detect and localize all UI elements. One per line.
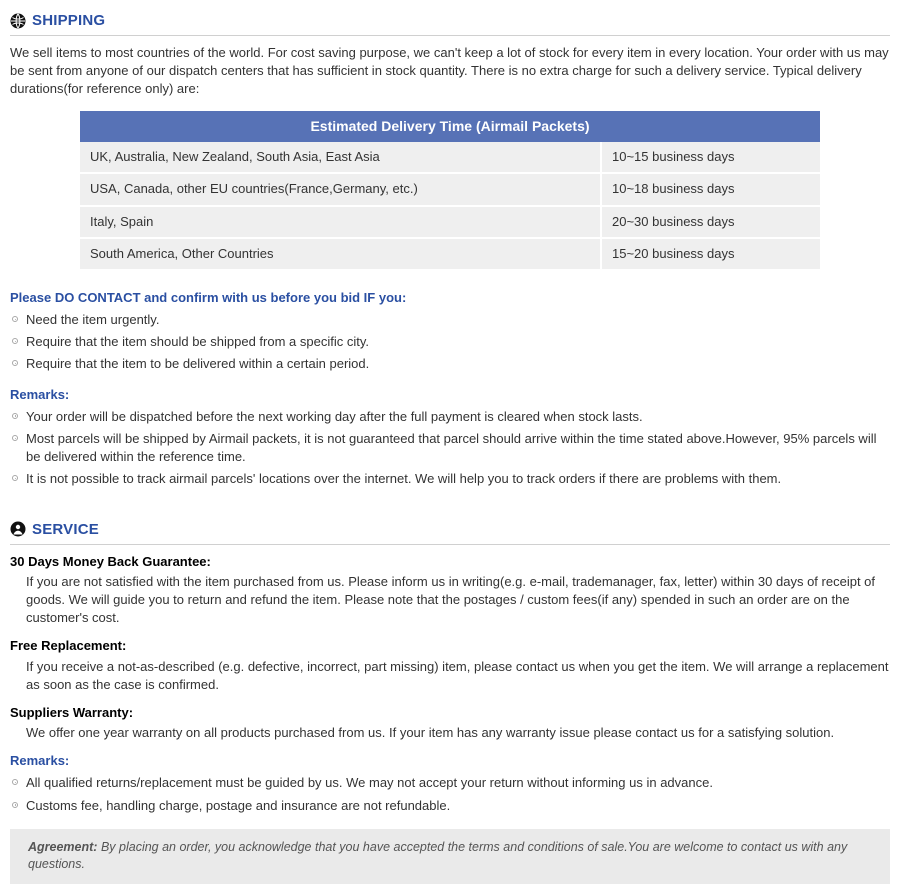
time-cell: 20~30 business days: [601, 206, 820, 238]
table-row: South America, Other Countries 15~20 bus…: [80, 238, 820, 270]
list-item: Require that the item should be shipped …: [10, 333, 890, 351]
list-item: Need the item urgently.: [10, 311, 890, 329]
shipping-remarks-heading: Remarks:: [10, 386, 890, 404]
service-remarks-list: All qualified returns/replacement must b…: [10, 774, 890, 814]
region-cell: South America, Other Countries: [80, 238, 601, 270]
region-cell: UK, Australia, New Zealand, South Asia, …: [80, 142, 601, 173]
list-item: Your order will be dispatched before the…: [10, 408, 890, 426]
service-remarks-heading: Remarks:: [10, 752, 890, 770]
table-header: Estimated Delivery Time (Airmail Packets…: [80, 111, 820, 143]
time-cell: 15~20 business days: [601, 238, 820, 270]
warranty-label: Suppliers Warranty:: [10, 704, 890, 722]
support-icon: [10, 521, 26, 537]
time-cell: 10~18 business days: [601, 173, 820, 205]
region-cell: Italy, Spain: [80, 206, 601, 238]
table-row: UK, Australia, New Zealand, South Asia, …: [80, 142, 820, 173]
time-cell: 10~15 business days: [601, 142, 820, 173]
free-replacement-block: Free Replacement: If you receive a not-a…: [10, 637, 890, 694]
service-header: SERVICE: [10, 519, 890, 545]
money-back-label: 30 Days Money Back Guarantee:: [10, 553, 890, 571]
shipping-intro: We sell items to most countries of the w…: [10, 44, 890, 99]
warranty-body: We offer one year warranty on all produc…: [10, 724, 890, 742]
list-item: It is not possible to track airmail parc…: [10, 470, 890, 488]
free-replacement-label: Free Replacement:: [10, 637, 890, 655]
contact-list: Need the item urgently. Require that the…: [10, 311, 890, 374]
list-item: Customs fee, handling charge, postage an…: [10, 797, 890, 815]
agreement-text: By placing an order, you acknowledge tha…: [28, 840, 847, 872]
agreement-label: Agreement:: [28, 840, 97, 854]
money-back-body: If you are not satisfied with the item p…: [10, 573, 890, 628]
list-item: All qualified returns/replacement must b…: [10, 774, 890, 792]
shipping-header: SHIPPING: [10, 10, 890, 36]
list-item: Require that the item to be delivered wi…: [10, 355, 890, 373]
shipping-remarks-list: Your order will be dispatched before the…: [10, 408, 890, 489]
table-row: USA, Canada, other EU countries(France,G…: [80, 173, 820, 205]
list-item: Most parcels will be shipped by Airmail …: [10, 430, 890, 466]
warranty-block: Suppliers Warranty: We offer one year wa…: [10, 704, 890, 742]
money-back-block: 30 Days Money Back Guarantee: If you are…: [10, 553, 890, 628]
delivery-time-table: Estimated Delivery Time (Airmail Packets…: [80, 111, 820, 271]
shipping-title: SHIPPING: [32, 10, 105, 31]
agreement-bar: Agreement: By placing an order, you ackn…: [10, 829, 890, 884]
free-replacement-body: If you receive a not-as-described (e.g. …: [10, 658, 890, 694]
region-cell: USA, Canada, other EU countries(France,G…: [80, 173, 601, 205]
globe-icon: [10, 13, 26, 29]
table-row: Italy, Spain 20~30 business days: [80, 206, 820, 238]
contact-heading: Please DO CONTACT and confirm with us be…: [10, 289, 890, 307]
service-title: SERVICE: [32, 519, 99, 540]
